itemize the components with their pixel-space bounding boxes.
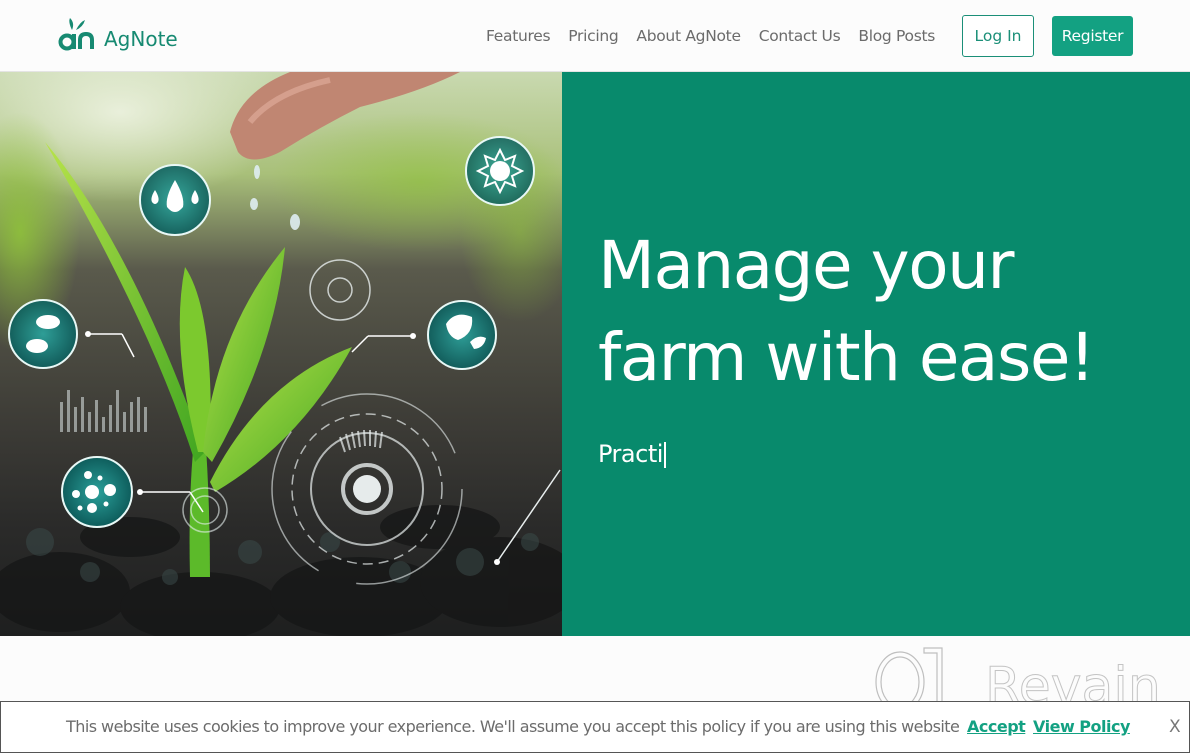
hero-title-line1: Manage your <box>598 227 1015 304</box>
main-nav: Features Pricing About AgNote Contact Us… <box>486 24 953 48</box>
cookie-message: This website uses cookies to improve you… <box>66 717 960 736</box>
typed-text: Practi <box>598 440 663 468</box>
brand-name: AgNote <box>104 27 178 51</box>
hero-image <box>0 72 562 636</box>
typing-caret <box>663 442 666 468</box>
nav-blog[interactable]: Blog Posts <box>858 24 935 48</box>
cookie-accept-link[interactable]: Accept <box>967 717 1026 736</box>
water-drops-icon <box>139 164 211 236</box>
cookie-banner: This website uses cookies to improve you… <box>0 701 1190 753</box>
nav-contact[interactable]: Contact Us <box>759 24 841 48</box>
nav-about[interactable]: About AgNote <box>636 24 741 48</box>
hero-typed-subtitle: Practi <box>598 440 666 468</box>
hero-panel: Manage your farm with ease! Practi <box>562 72 1190 636</box>
nav-features[interactable]: Features <box>486 24 551 48</box>
seedling-illustration <box>0 72 562 636</box>
cookie-view-policy-link[interactable]: View Policy <box>1033 717 1130 736</box>
hero-title-line2: farm with ease! <box>598 319 1095 396</box>
login-button[interactable]: Log In <box>962 15 1034 57</box>
cookie-close-button[interactable]: X <box>1169 717 1181 737</box>
hero-title: Manage your farm with ease! <box>598 220 1095 404</box>
register-button[interactable]: Register <box>1052 16 1133 56</box>
logo-link[interactable]: AgNote <box>58 18 178 52</box>
sun-icon <box>465 136 535 206</box>
navbar: AgNote Features Pricing About AgNote Con… <box>0 0 1190 72</box>
an-leaf-logo-icon <box>58 18 94 51</box>
nav-pricing[interactable]: Pricing <box>568 24 618 48</box>
